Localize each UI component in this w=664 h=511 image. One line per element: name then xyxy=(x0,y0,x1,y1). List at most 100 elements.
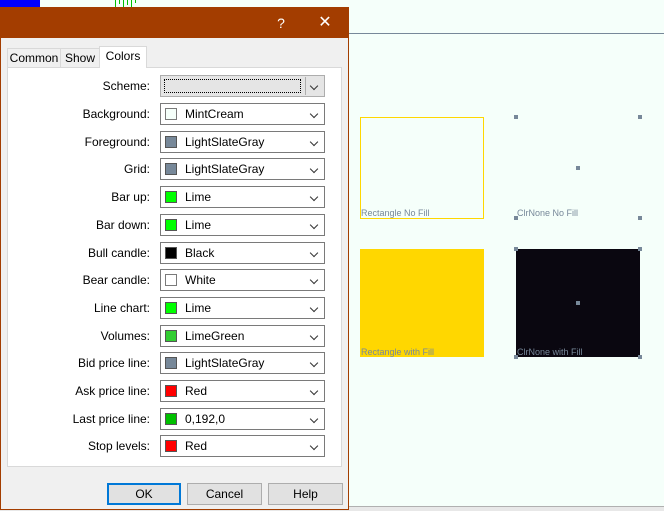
chevron-down-icon[interactable] xyxy=(310,135,320,149)
close-icon[interactable]: ✕ xyxy=(313,13,337,33)
chevron-down-icon[interactable] xyxy=(310,329,320,343)
grid-label: Grid: xyxy=(123,162,150,177)
bear-candle-color-value: White xyxy=(185,273,216,288)
bull-candle-color-dropdown[interactable]: Black xyxy=(160,241,325,264)
bull-candle-label: Bull candle: xyxy=(87,245,150,260)
chevron-down-icon[interactable] xyxy=(310,218,320,232)
selection-handle[interactable] xyxy=(576,166,580,170)
selection-handle[interactable] xyxy=(638,115,642,119)
chevron-down-icon[interactable] xyxy=(310,107,320,121)
grid-color-value: LightSlateGray xyxy=(185,162,265,177)
line-chart-color-value: Lime xyxy=(185,300,212,315)
color-swatch xyxy=(165,412,177,425)
bid-price-line-color-value: LightSlateGray xyxy=(185,356,265,371)
color-swatch xyxy=(165,440,177,453)
color-swatch xyxy=(165,135,177,148)
last-price-line-label: Last price line: xyxy=(72,411,150,426)
foreground-color-value: LightSlateGray xyxy=(185,134,265,149)
chart-bar xyxy=(131,0,132,7)
cancel-button[interactable]: Cancel xyxy=(187,483,262,505)
selection-handle[interactable] xyxy=(638,355,642,359)
ask-price-line-color-dropdown[interactable]: Red xyxy=(160,380,325,402)
help-icon[interactable]: ? xyxy=(271,13,291,33)
color-swatch xyxy=(165,246,177,259)
background-color-value: MintCream xyxy=(185,107,244,121)
bid-price-line-color-dropdown[interactable]: LightSlateGray xyxy=(160,352,325,375)
chevron-down-icon[interactable] xyxy=(310,412,320,426)
rectangle-with-fill-label: Rectangle with Fill xyxy=(361,347,435,357)
chevron-down-icon[interactable] xyxy=(310,384,320,398)
ask-price-line-label: Ask price line: xyxy=(75,384,150,398)
tab-colors[interactable]: Colors xyxy=(99,46,147,68)
volumes-label: Volumes: xyxy=(100,328,150,343)
chart-bar xyxy=(127,0,128,5)
ask-price-line-color-value: Red xyxy=(185,384,208,398)
line-chart-color-dropdown[interactable]: Lime xyxy=(160,296,325,319)
grid-color-dropdown[interactable]: LightSlateGray xyxy=(160,158,325,181)
scheme-dropdown[interactable] xyxy=(160,75,325,97)
chart-bar xyxy=(135,0,136,3)
clrnone-no-fill-label: ClrNone No Fill xyxy=(517,208,579,218)
stop-levels-label: Stop levels: xyxy=(87,439,150,454)
background-label: Background: xyxy=(82,107,150,121)
help-button[interactable]: Help xyxy=(268,483,343,505)
selection-handle[interactable] xyxy=(514,247,518,251)
chart-bar xyxy=(115,0,116,7)
bar-up-label: Bar up: xyxy=(111,190,150,205)
color-swatch xyxy=(165,385,177,397)
color-swatch xyxy=(165,357,177,370)
chevron-down-icon[interactable] xyxy=(310,301,320,315)
selection-handle[interactable] xyxy=(514,115,518,119)
color-swatch xyxy=(165,329,177,342)
bear-candle-label: Bear candle: xyxy=(82,273,150,288)
foreground-color-dropdown[interactable]: LightSlateGray xyxy=(160,130,325,153)
rectangle-with-fill-object[interactable] xyxy=(360,249,484,357)
chevron-down-icon[interactable] xyxy=(310,190,320,204)
color-swatch xyxy=(165,191,177,204)
bar-down-label: Bar down: xyxy=(95,217,150,232)
color-swatch xyxy=(165,301,177,314)
chart-bar xyxy=(119,0,120,4)
selection-handle[interactable] xyxy=(638,216,642,220)
bid-price-line-label: Bid price line: xyxy=(77,356,150,371)
rectangle-no-fill-object[interactable] xyxy=(360,117,484,219)
chevron-down-icon[interactable] xyxy=(310,356,320,370)
tab-show[interactable]: Show xyxy=(60,48,100,67)
selection-handle[interactable] xyxy=(576,301,580,305)
line-chart-label: Line chart: xyxy=(93,300,150,315)
ok-button[interactable]: OK xyxy=(107,483,181,505)
stop-levels-color-value: Red xyxy=(185,439,208,454)
foreground-label: Foreground: xyxy=(84,134,150,149)
bar-up-color-value: Lime xyxy=(185,190,212,205)
dialog-titlebar[interactable]: ? ✕ xyxy=(1,8,348,38)
volumes-color-dropdown[interactable]: LimeGreen xyxy=(160,324,325,347)
bar-down-color-dropdown[interactable]: Lime xyxy=(160,213,325,236)
last-price-line-color-value: 0,192,0 xyxy=(185,411,226,426)
scheme-label: Scheme: xyxy=(102,79,150,93)
stop-levels-color-dropdown[interactable]: Red xyxy=(160,435,325,458)
tab-common[interactable]: Common xyxy=(7,48,61,67)
color-swatch xyxy=(165,218,177,231)
clrnone-with-fill-label: ClrNone with Fill xyxy=(517,347,583,357)
scheme-focus-rect xyxy=(164,79,301,93)
chevron-down-icon[interactable] xyxy=(310,162,320,176)
last-price-line-color-dropdown[interactable]: 0,192,0 xyxy=(160,407,325,430)
chevron-down-icon[interactable] xyxy=(310,273,320,287)
chevron-down-icon[interactable] xyxy=(310,79,320,93)
color-swatch xyxy=(165,163,177,176)
bull-candle-color-value: Black xyxy=(185,245,215,260)
color-swatch xyxy=(165,108,177,120)
dropdown-separator xyxy=(305,77,306,95)
background-color-dropdown[interactable]: MintCream xyxy=(160,103,325,125)
bear-candle-color-dropdown[interactable]: White xyxy=(160,269,325,292)
volumes-color-value: LimeGreen xyxy=(185,328,245,343)
properties-dialog: ? ✕ Common Show Colors Scheme: Backgroun… xyxy=(0,7,349,510)
selection-handle[interactable] xyxy=(638,247,642,251)
bar-down-color-value: Lime xyxy=(185,217,212,232)
chevron-down-icon[interactable] xyxy=(310,439,320,453)
chart-bar xyxy=(123,0,124,7)
chevron-down-icon[interactable] xyxy=(310,246,320,260)
color-swatch xyxy=(165,274,177,287)
rectangle-no-fill-label: Rectangle No Fill xyxy=(361,208,430,218)
bar-up-color-dropdown[interactable]: Lime xyxy=(160,186,325,209)
